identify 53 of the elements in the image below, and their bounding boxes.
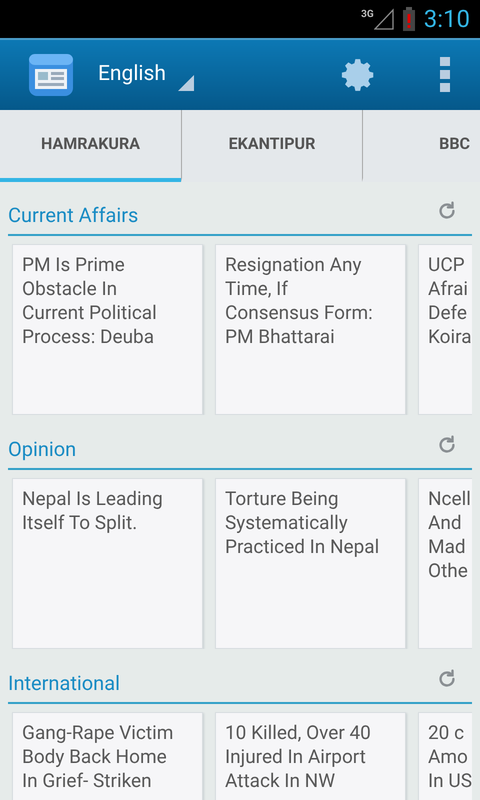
headline-line: PM Is Prime	[22, 253, 125, 277]
headline-line: Nepal Is Leading	[22, 487, 163, 511]
headline-line: Systematically	[225, 511, 348, 535]
headline-line: Process: Deuba	[22, 325, 154, 349]
headline-line: Ncell	[428, 487, 471, 511]
headline-line: 10 Killed, Over 40	[225, 721, 371, 745]
headline-line: PM Bhattarai	[225, 325, 335, 349]
news-card[interactable]: UCP Afrai Defe Koira	[418, 244, 472, 415]
headline-line: In US	[428, 769, 472, 793]
headline-line: Torture Being	[225, 487, 339, 511]
news-card[interactable]: Nepal Is Leading Itself To Split.	[12, 478, 203, 649]
news-card[interactable]: 10 Killed, Over 40 Injured In Airport Attack In NW	[215, 712, 406, 800]
headline-line: Itself To Split.	[22, 511, 138, 535]
clock: 3:10	[424, 7, 470, 31]
dropdown-corner-icon	[178, 74, 194, 91]
headline-line: Time, If	[225, 277, 288, 301]
headline-line: Attack In NW	[225, 769, 336, 793]
headline-line: Consensus Form:	[225, 301, 373, 325]
headline-line: And	[428, 511, 462, 535]
headline-line: 20 c	[428, 721, 464, 745]
headline-line: UCP	[428, 253, 465, 277]
news-card[interactable]: Torture Being Systematically Practiced In Nepal	[215, 478, 406, 649]
headline-line: Defe	[428, 301, 468, 325]
headline-line: Obstacle In	[22, 277, 118, 301]
headline-line: Amo	[428, 745, 468, 769]
headline-line: Gang-Rape Victim	[22, 721, 174, 745]
news-card[interactable]: Resignation Any Time, If Consensus Form: PM Bhattarai	[215, 244, 406, 415]
news-card[interactable]: Ncell And Mad Othe	[418, 478, 472, 649]
network-type: 3G	[361, 10, 374, 20]
source-tab[interactable]: EKANTIPUR	[181, 110, 362, 182]
headline-line: Current Political	[22, 301, 157, 325]
headline-line: Koira	[428, 325, 472, 349]
headline-line: Practiced In Nepal	[225, 535, 380, 559]
headline-line: In Grief- Striken	[22, 769, 152, 793]
app-logo-icon	[28, 53, 74, 97]
signal-icon	[374, 8, 394, 30]
news-card[interactable]: Gang-Rape Victim Body Back Home In Grief- Striken	[12, 712, 203, 800]
source-tab[interactable]: BBC	[362, 110, 480, 182]
overflow-menu-icon[interactable]	[440, 57, 450, 93]
headline-line: Resignation Any	[225, 253, 362, 277]
headline-line: Body Back Home	[22, 745, 167, 769]
battery-icon	[402, 7, 416, 31]
language-dropdown[interactable]: English	[98, 59, 194, 91]
source-tab[interactable]: HAMRAKURA	[0, 110, 181, 182]
section-title: Current Affairs	[8, 202, 138, 229]
headline-line: Mad	[428, 535, 466, 559]
headline-line: Injured In Airport	[225, 745, 366, 769]
section-title: International	[8, 670, 120, 697]
headline-line: Afrai	[428, 277, 468, 301]
headline-line: Othe	[428, 559, 468, 583]
section-title: Opinion	[8, 436, 76, 463]
news-card[interactable]: PM Is Prime Obstacle In Current Political Process: Deuba	[12, 244, 203, 415]
news-card[interactable]: 20 c Amo In US	[418, 712, 472, 800]
